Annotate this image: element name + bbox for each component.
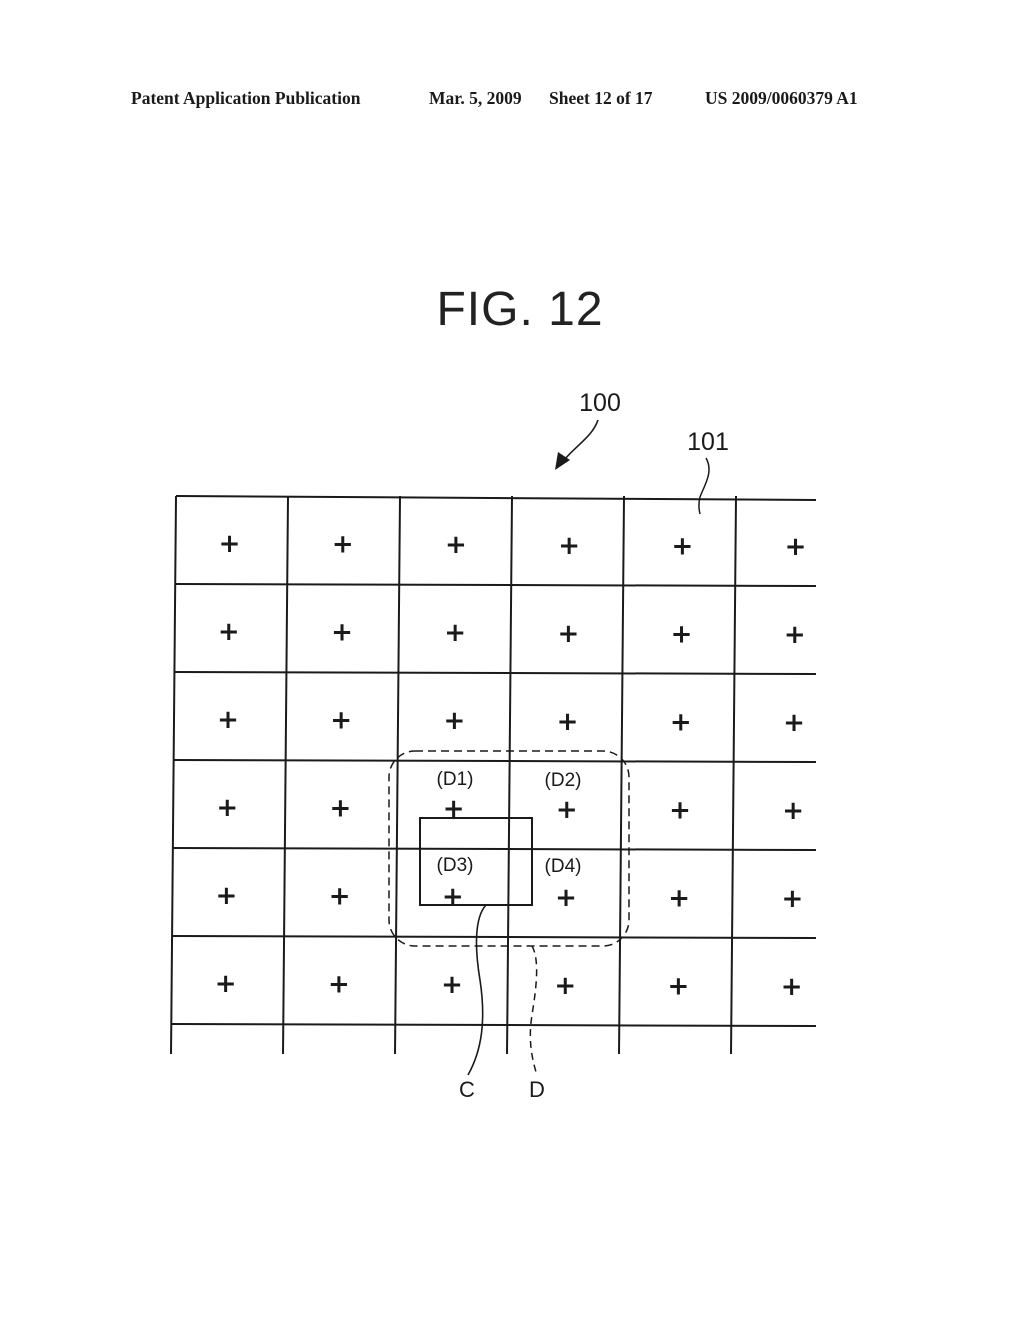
cell-center-marker: + (784, 620, 806, 650)
ref-d-leader (529, 945, 538, 1073)
ref-label-d: D (529, 1077, 545, 1102)
grid-column-line (618, 495, 625, 1055)
cell-center-marker: + (330, 706, 352, 736)
cell-center-marker: + (441, 970, 463, 1000)
cell-center-marker: + (215, 969, 237, 999)
cell-center-marker: + (332, 530, 354, 560)
cell-center-marker: + (216, 881, 238, 911)
cell-center-marker: + (556, 795, 578, 825)
pixel-grid (170, 495, 817, 1055)
figure-drawing: + + + + + + + + + + + + + + + + + + + + + + + + + + + + + + + + + + + + (D1… (170, 389, 817, 1102)
cell-center-marker: + (217, 705, 239, 735)
cell-center-marker: + (671, 531, 693, 561)
grid-row-line (173, 759, 817, 763)
grid-column-line (170, 495, 177, 1055)
cell-center-marker: + (670, 707, 692, 737)
ref-label-101: 101 (687, 428, 729, 456)
cell-center-marker: + (668, 971, 690, 1001)
ref-101-leader (698, 457, 710, 515)
cell-center-marker: + (557, 619, 579, 649)
grid-row-line (172, 847, 817, 851)
cell-center-marker: + (330, 794, 352, 824)
grid-column-line (394, 495, 401, 1055)
cell-center-marker: + (668, 883, 690, 913)
cell-center-marker: + (328, 970, 350, 1000)
grid-row-line (171, 1023, 817, 1027)
grid-column-line (730, 495, 737, 1055)
arrowhead-icon (555, 452, 570, 470)
cell-center-marker: + (445, 530, 467, 560)
ref-c-leader (467, 904, 487, 1076)
cell-center-marker: + (555, 883, 577, 913)
cell-center-marker: + (443, 706, 465, 736)
cell-label-d3: (D3) (437, 855, 474, 876)
cell-center-marker: + (554, 971, 576, 1001)
grid-row-line (174, 671, 817, 675)
cell-center-marker: + (442, 882, 464, 912)
cell-center-marker: + (669, 795, 691, 825)
cell-center-marker: + (782, 796, 804, 826)
grid-column-line (506, 495, 513, 1055)
cell-center-marker: + (444, 618, 466, 648)
cell-label-d1: (D1) (437, 769, 474, 790)
cell-center-marker: + (782, 884, 804, 914)
grid-row-line (175, 495, 817, 501)
cell-center-marker: + (216, 793, 238, 823)
cell-center-marker: + (331, 618, 353, 648)
cell-label-d4: (D4) (545, 856, 582, 877)
cell-center-marker: + (443, 794, 465, 824)
cell-center-marker: + (557, 707, 579, 737)
cell-label-d2: (D2) (545, 770, 582, 791)
ref-label-c: C (459, 1077, 475, 1102)
cell-center-marker: + (558, 531, 580, 561)
cell-center-marker: + (783, 708, 805, 738)
cell-center-marker: + (781, 972, 803, 1002)
ref-100-leader (560, 419, 599, 465)
cell-center-marker: + (218, 617, 240, 647)
grid-row-line (175, 583, 817, 587)
cell-center-marker: + (785, 532, 807, 562)
grid-column-line (282, 495, 289, 1055)
cell-center-marker: + (219, 529, 241, 559)
grid-row-line (172, 935, 817, 939)
cell-center-marker: + (329, 882, 351, 912)
ref-label-100: 100 (579, 389, 621, 417)
cell-center-marker: + (671, 619, 693, 649)
